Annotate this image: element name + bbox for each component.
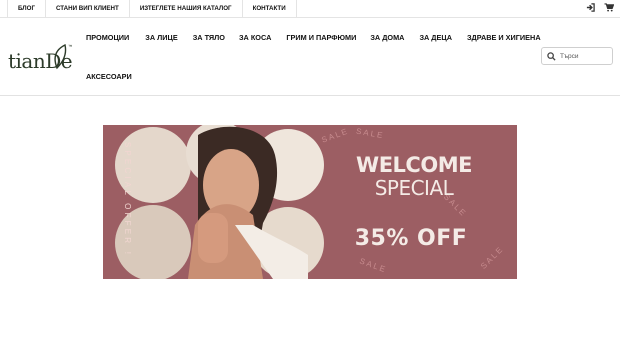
banner-offer: 35% OFF bbox=[354, 226, 468, 251]
menu-item-makeup[interactable]: ГРИМ И ПАРФЮМИ bbox=[286, 33, 356, 42]
main-menu: ПРОМОЦИИ ЗА ЛИЦЕ ЗА ТЯЛО ЗА КОСА ГРИМ И … bbox=[86, 33, 541, 42]
logo[interactable]: tianDe ™ bbox=[8, 41, 80, 75]
search-icon[interactable] bbox=[547, 52, 556, 61]
menu-item-accessories[interactable]: АКСЕСОАРИ bbox=[86, 72, 132, 81]
header: tianDe ™ ПРОМОЦИИ ЗА ЛИЦЕ ЗА ТЯЛО ЗА КОС… bbox=[0, 18, 620, 96]
side-text-left: SPECIAL OFFER ! bbox=[123, 141, 133, 258]
leaf-mark-icon bbox=[54, 44, 67, 70]
login-icon[interactable] bbox=[586, 3, 595, 12]
menu-item-health[interactable]: ЗДРАВЕ И ХИГИЕНА bbox=[467, 33, 541, 42]
top-link-vip[interactable]: СТАНИ ВИП КЛИЕНТ bbox=[46, 0, 130, 18]
top-link-catalog[interactable]: ИЗТЕГЛЕТЕ НАШИЯ КАТАЛОГ bbox=[130, 0, 243, 18]
menu-item-face[interactable]: ЗА ЛИЦЕ bbox=[145, 33, 177, 42]
search-box bbox=[541, 47, 613, 65]
menu-item-hair[interactable]: ЗА КОСА bbox=[239, 33, 271, 42]
banner-title-line1: WELCOME bbox=[356, 153, 472, 177]
menu-item-home[interactable]: ЗА ДОМА bbox=[370, 33, 404, 42]
top-link-contacts[interactable]: КОНТАКТИ bbox=[243, 0, 297, 18]
top-links: БЛОГ СТАНИ ВИП КЛИЕНТ ИЗТЕГЛЕТЕ НАШИЯ КА… bbox=[7, 0, 297, 18]
search-input[interactable] bbox=[560, 50, 610, 63]
top-bar: БЛОГ СТАНИ ВИП КЛИЕНТ ИЗТЕГЛЕТЕ НАШИЯ КА… bbox=[0, 0, 620, 18]
cart-icon[interactable] bbox=[604, 3, 614, 12]
menu-item-body[interactable]: ЗА ТЯЛО bbox=[193, 33, 225, 42]
menu-item-kids[interactable]: ЗА ДЕЦА bbox=[419, 33, 452, 42]
promo-banner[interactable]: SPECIAL OFFER ! SPECIAL OFFER ! SALE SAL… bbox=[103, 125, 517, 279]
top-icons bbox=[586, 3, 614, 12]
menu-item-promotions[interactable]: ПРОМОЦИИ bbox=[86, 33, 129, 42]
banner-title-line2: SPECIAL bbox=[374, 176, 454, 200]
main-menu-row2: АКСЕСОАРИ bbox=[86, 72, 132, 81]
top-link-blog[interactable]: БЛОГ bbox=[7, 0, 46, 18]
